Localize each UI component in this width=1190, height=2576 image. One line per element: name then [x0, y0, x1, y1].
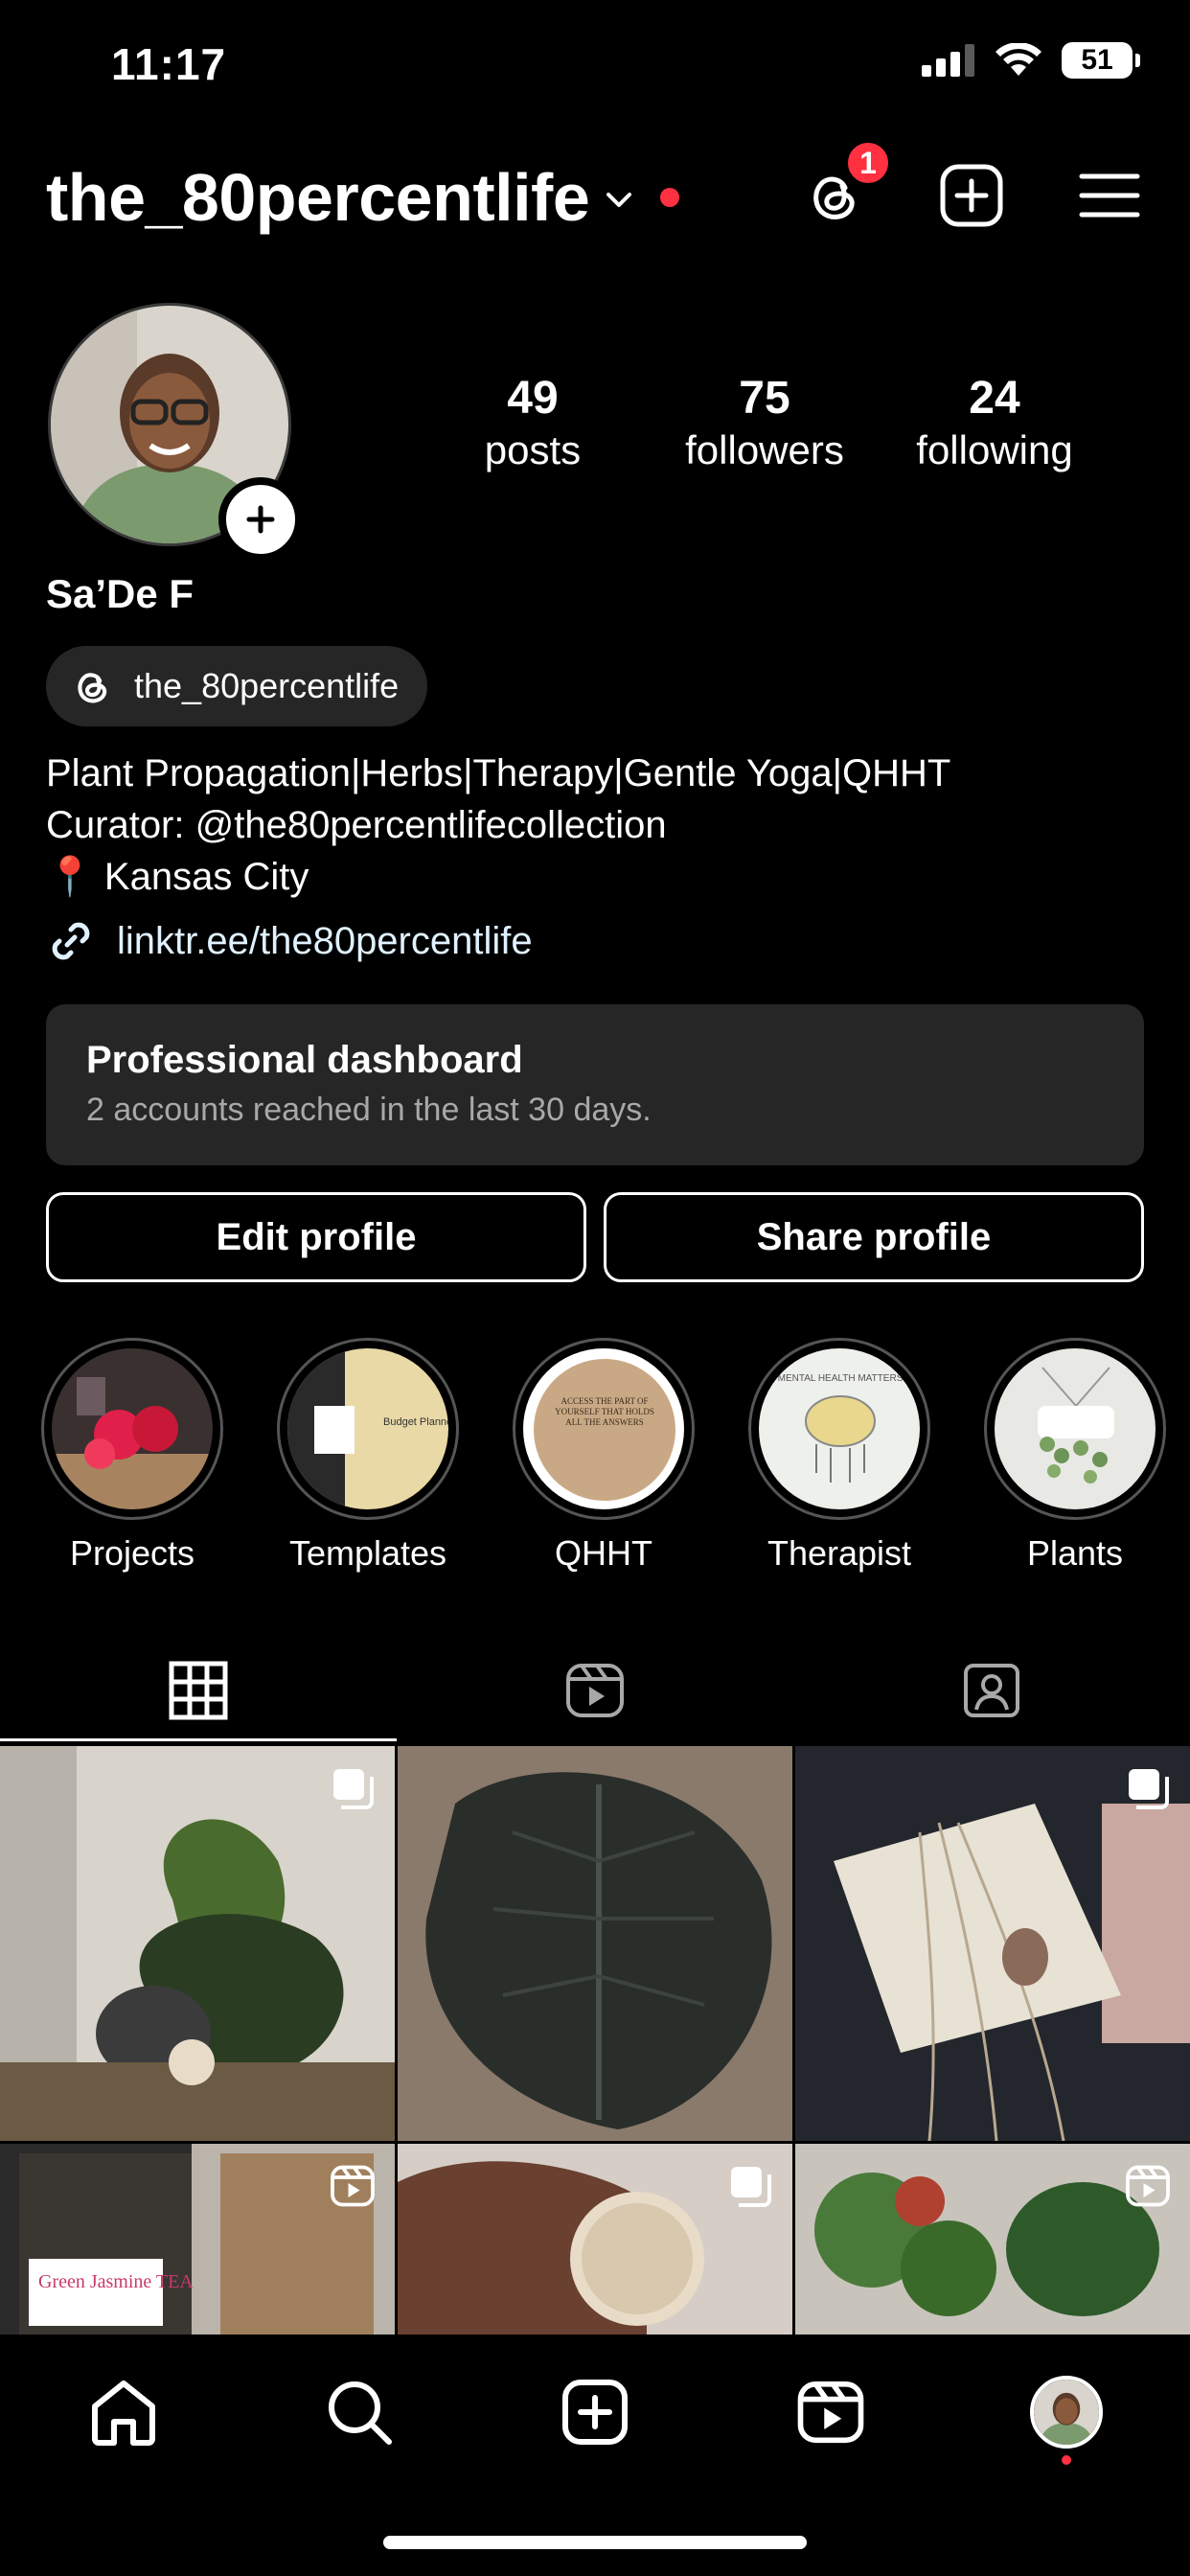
- bio-line: Plant Propagation|Herbs|Therapy|Gentle Y…: [46, 752, 951, 794]
- dashboard-title: Professional dashboard: [86, 1039, 523, 1081]
- bio-line[interactable]: Curator: @the80percentlifecollection: [46, 799, 667, 851]
- stat-label: followers: [685, 427, 844, 472]
- reels-icon: [331, 2165, 375, 2207]
- stat-number: 75: [739, 373, 790, 424]
- tab-reels[interactable]: [397, 1641, 793, 1740]
- plus-square-icon: [562, 2380, 628, 2445]
- dashboard-subtitle: 2 accounts reached in the last 30 days.: [86, 1092, 652, 1128]
- highlight-plants[interactable]: Plants: [981, 1338, 1169, 1574]
- highlight-cover: [52, 1348, 213, 1509]
- active-tab-indicator: [0, 1738, 397, 1741]
- highlight-label: Templates: [288, 1533, 447, 1573]
- qhht-quote: ACCESS THE PART OF YOURSELF THAT HOLDS A…: [555, 1396, 654, 1427]
- username: the_80percentlife: [46, 160, 590, 235]
- status-time: 11:17: [111, 39, 227, 89]
- battery-indicator: 51: [1062, 42, 1140, 79]
- status-icons: 51: [922, 42, 1140, 79]
- stat-number: 49: [507, 373, 559, 424]
- nav-profile[interactable]: [1023, 2369, 1110, 2455]
- grid-icon: [169, 1661, 228, 1720]
- highlight-cover: ACCESS THE PART OF YOURSELF THAT HOLDS A…: [523, 1348, 684, 1509]
- add-story-button[interactable]: [218, 477, 303, 562]
- stat-following[interactable]: 24 following: [891, 372, 1098, 475]
- stat-followers[interactable]: 75 followers: [661, 372, 868, 475]
- account-switcher[interactable]: the_80percentlife: [46, 159, 680, 236]
- carousel-icon: [333, 1769, 374, 1809]
- stat-number: 24: [969, 373, 1020, 424]
- threads-handle: the_80percentlife: [134, 666, 400, 705]
- stat-label: following: [916, 427, 1073, 472]
- highlight-label: Plants: [1026, 1533, 1124, 1573]
- highlight-projects[interactable]: Projects: [38, 1338, 226, 1574]
- chevron-down-icon: [606, 193, 632, 207]
- home-icon: [92, 2380, 155, 2446]
- signal-icon: [922, 44, 974, 77]
- plus-icon: [246, 505, 275, 534]
- carousel-icon: [731, 2167, 771, 2207]
- carousel-icon: [1129, 1769, 1169, 1809]
- search-icon: [329, 2381, 392, 2445]
- post-thumbnail[interactable]: [398, 2144, 792, 2334]
- highlight-qhht[interactable]: ACCESS THE PART OF YOURSELF THAT HOLDS A…: [510, 1338, 698, 1574]
- therapist-caption: MENTAL HEALTH MATTERS: [778, 1373, 904, 1384]
- post-thumbnail[interactable]: [398, 1746, 792, 2141]
- bio-link-text: linktr.ee/the80percentlife: [117, 919, 533, 962]
- stat-posts[interactable]: 49 posts: [456, 372, 609, 475]
- stat-label: posts: [484, 427, 582, 472]
- nav-create[interactable]: [552, 2369, 638, 2455]
- notification-badge: 1: [843, 138, 893, 188]
- tagged-icon: [964, 1664, 1019, 1717]
- display-name: Sa’De F: [46, 571, 195, 616]
- unread-dot: [660, 188, 680, 207]
- threads-icon: [78, 673, 107, 703]
- profile-notification-dot: [1062, 2455, 1071, 2465]
- post-thumbnail[interactable]: [795, 2144, 1190, 2334]
- highlight-label: Therapist: [767, 1533, 912, 1573]
- bio-line: 📍 Kansas City: [46, 856, 309, 898]
- reels-icon: [1126, 2165, 1170, 2207]
- wifi-icon: [995, 43, 1041, 76]
- menu-button[interactable]: [1075, 161, 1144, 230]
- tab-tagged[interactable]: [793, 1641, 1190, 1740]
- highlight-label: QHHT: [555, 1533, 652, 1573]
- nav-home[interactable]: [80, 2369, 167, 2455]
- threads-profile-link[interactable]: the_80percentlife: [46, 646, 428, 726]
- template-caption: Budget Planner: [383, 1416, 448, 1428]
- highlight-templates[interactable]: Budget Planner Templates: [274, 1338, 462, 1574]
- threads-button[interactable]: 1: [799, 138, 893, 230]
- highlight-cover: MENTAL HEALTH MATTERS: [759, 1348, 920, 1509]
- tab-posts-grid[interactable]: [0, 1641, 397, 1740]
- reels-icon: [797, 2380, 864, 2444]
- highlight-cover: Budget Planner: [287, 1348, 448, 1509]
- reels-icon: [566, 1664, 624, 1717]
- post-thumbnail[interactable]: [795, 1746, 1190, 2141]
- create-button[interactable]: [937, 161, 1006, 230]
- edit-profile-button[interactable]: Edit profile: [46, 1192, 586, 1282]
- post-thumbnail[interactable]: [0, 1746, 395, 2141]
- profile-avatar-small: [1030, 2376, 1103, 2449]
- nav-search[interactable]: [316, 2369, 402, 2455]
- plus-square-icon: [940, 164, 1003, 227]
- home-indicator[interactable]: [383, 2536, 807, 2549]
- link-icon: [52, 922, 90, 960]
- professional-dashboard[interactable]: Professional dashboard 2 accounts reache…: [46, 1004, 1144, 1165]
- highlight-label: Projects: [69, 1533, 195, 1573]
- highlight-cover: [995, 1348, 1156, 1509]
- share-profile-button[interactable]: Share profile: [604, 1192, 1144, 1282]
- hamburger-menu-icon: [1079, 173, 1140, 218]
- post-thumbnail[interactable]: Green Jasmine TEA: [0, 2144, 395, 2334]
- highlight-therapist[interactable]: MENTAL HEALTH MATTERS Therapist: [745, 1338, 933, 1574]
- bio-link[interactable]: linktr.ee/the80percentlife: [46, 916, 533, 966]
- nav-reels[interactable]: [788, 2369, 874, 2455]
- tea-label: Green Jasmine TEA: [38, 2271, 194, 2292]
